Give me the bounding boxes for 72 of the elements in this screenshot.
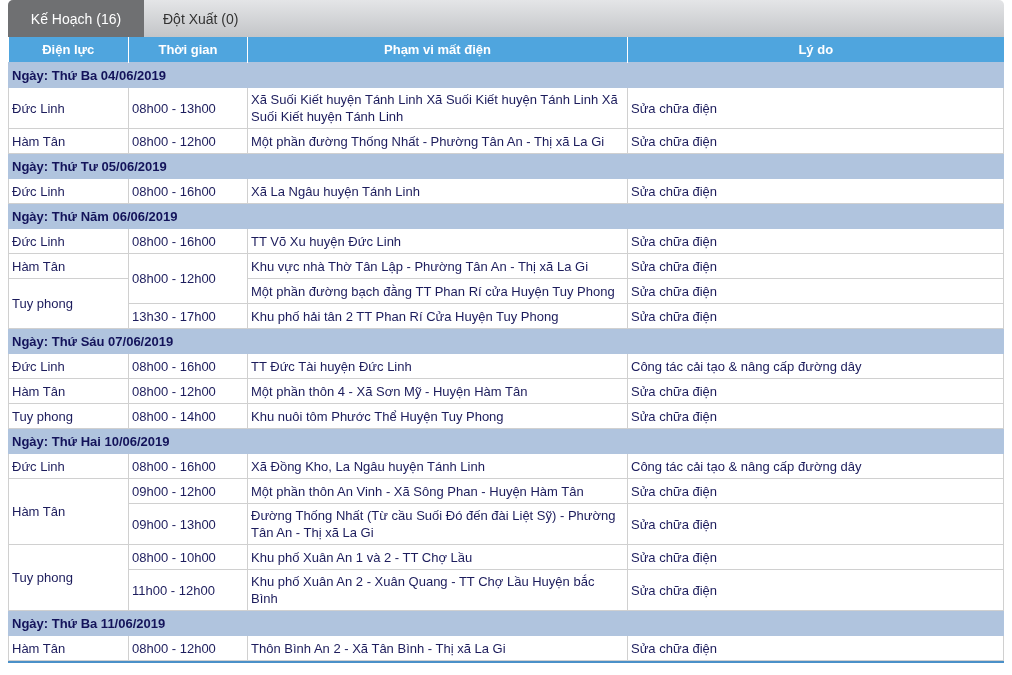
table-cell: Sửa chữa điện bbox=[627, 569, 1004, 611]
table-cell: Hàm Tân bbox=[8, 253, 129, 279]
table-cell: 09h00 - 12h00 bbox=[128, 478, 248, 504]
table-cell: Khu nuôi tôm Phước Thể Huyện Tuy Phong bbox=[247, 403, 628, 429]
column-header: Lý do bbox=[627, 37, 1004, 63]
table-cell: Hàm Tân bbox=[8, 128, 129, 154]
date-heading: Ngày: Thứ Sáu 07/06/2019 bbox=[8, 328, 1004, 354]
table-cell: Hàm Tân bbox=[8, 478, 129, 545]
column-header: Điện lực bbox=[8, 37, 129, 63]
table-cell: Tuy phong bbox=[8, 403, 129, 429]
table-cell: 11h00 - 12h00 bbox=[128, 569, 248, 611]
table-cell: Xã Đồng Kho, La Ngâu huyện Tánh Linh bbox=[247, 453, 628, 479]
table-cell: 08h00 - 12h00 bbox=[128, 635, 248, 661]
table-cell: Tuy phong bbox=[8, 278, 129, 329]
table-cell: Một phần đường Thống Nhất - Phường Tân An - Thị xã La Gi bbox=[247, 128, 628, 154]
date-heading: Ngày: Thứ Ba 11/06/2019 bbox=[8, 610, 1004, 636]
column-header: Phạm vi mất điện bbox=[247, 37, 628, 63]
table-cell: Sửa chữa điện bbox=[627, 128, 1004, 154]
table-cell: Sửa chữa điện bbox=[627, 635, 1004, 661]
date-heading: Ngày: Thứ Hai 10/06/2019 bbox=[8, 428, 1004, 454]
table-cell: 08h00 - 16h00 bbox=[128, 453, 248, 479]
table-cell: 09h00 - 13h00 bbox=[128, 503, 248, 545]
table-cell: Sửa chữa điện bbox=[627, 503, 1004, 545]
table-cell: TT Đức Tài huyện Đức Linh bbox=[247, 353, 628, 379]
date-heading: Ngày: Thứ Năm 06/06/2019 bbox=[8, 203, 1004, 229]
table-cell: Khu phố Xuân An 2 - Xuân Quang - TT Chợ Lầu Huyện bắc Bình bbox=[247, 569, 628, 611]
table-cell: Đức Linh bbox=[8, 228, 129, 254]
table-cell: 08h00 - 12h00 bbox=[128, 128, 248, 154]
table-cell: Sửa chữa điện bbox=[627, 478, 1004, 504]
tab[interactable]: Đột Xuất (0) bbox=[144, 0, 258, 37]
table-cell: Khu phố hải tân 2 TT Phan Rí Cửa Huyện Tuy Phong bbox=[247, 303, 628, 329]
table-cell: Sửa chữa điện bbox=[627, 403, 1004, 429]
table-cell: 08h00 - 14h00 bbox=[128, 403, 248, 429]
table-cell: Công tác cải tạo & nâng cấp đường dây bbox=[627, 353, 1004, 379]
table-cell: Khu vực nhà Thờ Tân Lập - Phường Tân An - Thị xã La Gi bbox=[247, 253, 628, 279]
table-cell: 08h00 - 13h00 bbox=[128, 87, 248, 129]
table-cell: Đức Linh bbox=[8, 178, 129, 204]
table-cell: Sửa chữa điện bbox=[627, 87, 1004, 129]
table-cell: Khu phố Xuân An 1 và 2 - TT Chợ Lầu bbox=[247, 544, 628, 570]
table-cell: Sửa chữa điện bbox=[627, 303, 1004, 329]
table-cell: Tuy phong bbox=[8, 544, 129, 611]
table-cell: 08h00 - 10h00 bbox=[128, 544, 248, 570]
date-heading: Ngày: Thứ Ba 04/06/2019 bbox=[8, 62, 1004, 88]
table-cell: Thôn Bình An 2 - Xã Tân Bình - Thị xã La Gi bbox=[247, 635, 628, 661]
table-cell: 08h00 - 16h00 bbox=[128, 228, 248, 254]
table-cell: Xã La Ngâu huyện Tánh Linh bbox=[247, 178, 628, 204]
table-cell: Một phần thôn 4 - Xã Sơn Mỹ - Huyện Hàm Tân bbox=[247, 378, 628, 404]
table-cell: Công tác cải tạo & nâng cấp đường dây bbox=[627, 453, 1004, 479]
table-cell: Xã Suối Kiết huyện Tánh Linh Xã Suối Kiết huyện Tánh Linh Xã Suối Kiết huyện Tánh Linh bbox=[247, 87, 628, 129]
table-cell: Hàm Tân bbox=[8, 635, 129, 661]
table-cell: TT Võ Xu huyện Đức Linh bbox=[247, 228, 628, 254]
date-heading: Ngày: Thứ Tư 05/06/2019 bbox=[8, 153, 1004, 179]
table-cell: Đức Linh bbox=[8, 87, 129, 129]
table-cell: 08h00 - 16h00 bbox=[128, 353, 248, 379]
table-cell: Sửa chữa điện bbox=[627, 378, 1004, 404]
table-cell: 08h00 - 12h00 bbox=[128, 378, 248, 404]
table-cell: Sửa chữa điện bbox=[627, 544, 1004, 570]
table-cell: Đức Linh bbox=[8, 353, 129, 379]
table-cell: 08h00 - 12h00 bbox=[128, 253, 248, 304]
column-header: Thời gian bbox=[128, 37, 248, 63]
table-cell: Đường Thống Nhất (Từ cầu Suối Đó đến đài Liệt Sỹ) - Phường Tân An - Thị xã La Gi bbox=[247, 503, 628, 545]
table-cell: 08h00 - 16h00 bbox=[128, 178, 248, 204]
table-cell: 13h30 - 17h00 bbox=[128, 303, 248, 329]
table-cell: Sửa chữa điện bbox=[627, 253, 1004, 279]
table-cell: Sửa chữa điện bbox=[627, 178, 1004, 204]
table-cell: Sửa chữa điện bbox=[627, 278, 1004, 304]
tab[interactable]: Kế Hoạch (16) bbox=[8, 0, 144, 37]
table-cell: Đức Linh bbox=[8, 453, 129, 479]
table-cell: Sửa chữa điện bbox=[627, 228, 1004, 254]
table-cell: Hàm Tân bbox=[8, 378, 129, 404]
table-cell: Một phần thôn An Vinh - Xã Sông Phan - Huyện Hàm Tân bbox=[247, 478, 628, 504]
table-cell: Một phần đường bạch đằng TT Phan Rí cửa Huyện Tuy Phong bbox=[247, 278, 628, 304]
